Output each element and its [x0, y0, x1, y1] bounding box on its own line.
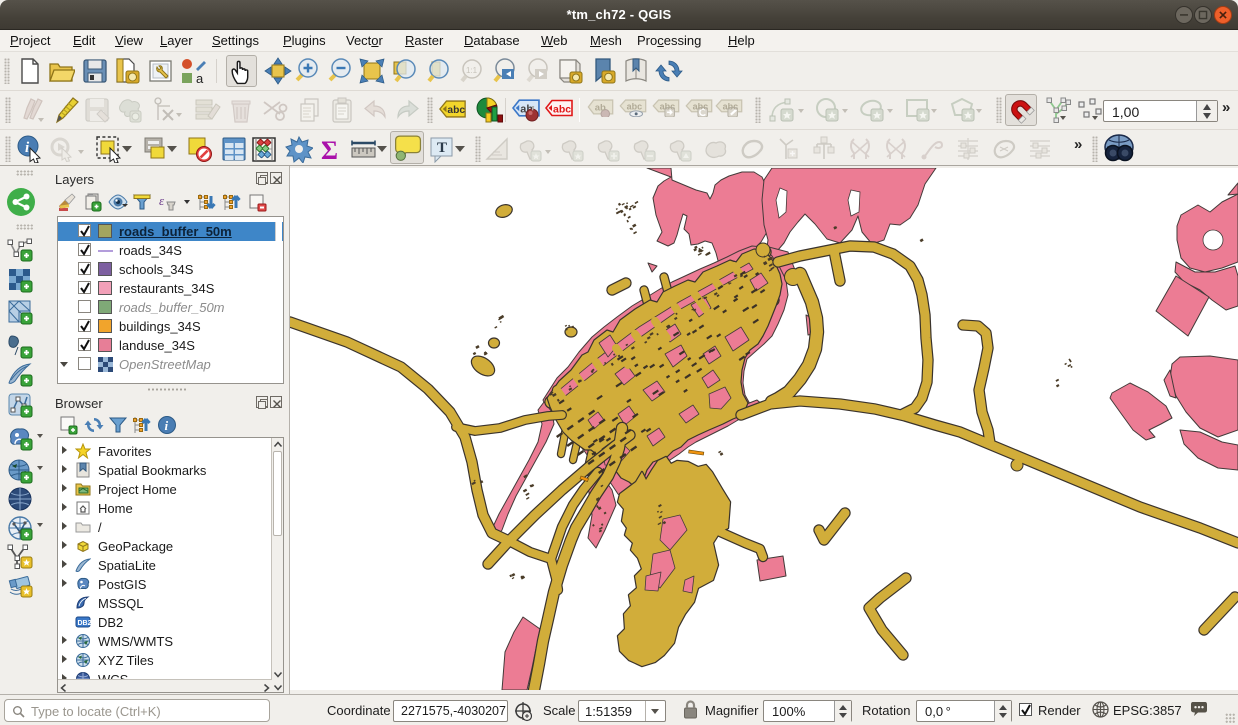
svg-text:Σ: Σ — [321, 136, 338, 163]
svg-text:abc: abc — [627, 102, 643, 112]
svg-text:abc: abc — [693, 102, 709, 112]
svg-text:abc: abc — [723, 102, 739, 112]
svg-text:T: T — [437, 140, 447, 156]
svg-text:abc: abc — [447, 105, 465, 116]
svg-text:ab: ab — [595, 103, 606, 114]
svg-text:abc: abc — [660, 102, 676, 112]
svg-text:a: a — [196, 71, 204, 85]
svg-text:abc: abc — [553, 104, 571, 116]
svg-text:ε: ε — [159, 193, 165, 208]
svg-text:1:1: 1:1 — [466, 66, 478, 75]
svg-text:i: i — [165, 418, 169, 433]
svg-text:DB2: DB2 — [78, 620, 92, 627]
